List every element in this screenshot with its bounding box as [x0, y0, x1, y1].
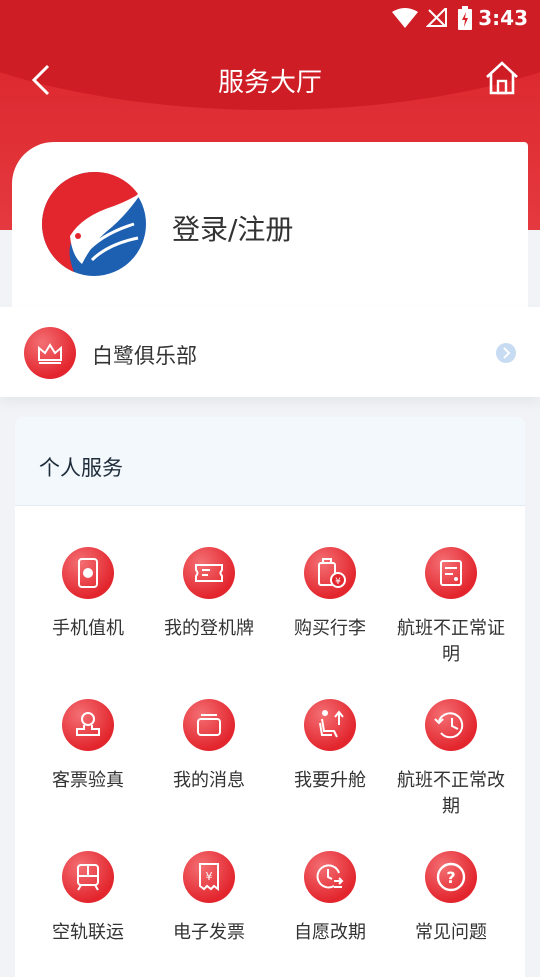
service-e-invoice[interactable]: ¥ 电子发票 — [147, 851, 271, 946]
service-label: 我的消息 — [173, 770, 245, 791]
club-row[interactable]: 白鹭俱乐部 — [0, 307, 540, 397]
battery-icon — [458, 6, 472, 30]
certificate-icon — [425, 547, 477, 599]
service-label: 电子发票 — [173, 922, 245, 943]
crown-icon — [24, 327, 76, 379]
reschedule-icon — [425, 699, 477, 751]
chevron-right-icon — [496, 343, 516, 363]
service-label: 航班不正常证明 — [397, 618, 505, 665]
service-my-messages[interactable]: 我的消息 — [147, 699, 271, 794]
train-icon — [62, 851, 114, 903]
service-label: 我的登机牌 — [164, 618, 254, 639]
service-faq[interactable]: ? 常见问题 — [389, 851, 513, 946]
services-title: 个人服务 — [39, 456, 123, 480]
service-boarding-pass[interactable]: 我的登机牌 — [147, 547, 271, 642]
club-label: 白鹭俱乐部 — [92, 344, 197, 368]
service-voluntary-change[interactable]: 自愿改期 — [268, 851, 392, 946]
page-title: 服务大厅 — [217, 68, 322, 98]
message-icon — [183, 699, 235, 751]
stamp-icon — [62, 699, 114, 751]
service-label: 客票验真 — [52, 770, 124, 791]
login-register-link[interactable]: 登录/注册 — [172, 208, 293, 248]
nav-bar: 服务大厅 — [0, 40, 540, 120]
question-icon: ? — [425, 851, 477, 903]
service-label: 航班不正常改期 — [397, 770, 505, 817]
service-seat-upgrade[interactable]: 我要升舱 — [268, 699, 392, 794]
services-header: 个人服务 — [15, 417, 525, 506]
service-irregular-flight-certificate[interactable]: 航班不正常证明 — [389, 547, 513, 668]
svg-text:?: ? — [446, 868, 455, 887]
service-phone-checkin[interactable]: 手机值机 — [26, 547, 150, 642]
service-label: 我要升舱 — [294, 770, 366, 791]
phone-checkin-icon — [62, 547, 114, 599]
service-irregular-flight-reschedule[interactable]: 航班不正常改期 — [389, 699, 513, 820]
svg-text:¥: ¥ — [335, 577, 341, 587]
service-label: 自愿改期 — [294, 922, 366, 943]
luggage-icon: ¥ — [304, 547, 356, 599]
voluntary-change-icon — [304, 851, 356, 903]
boarding-pass-icon — [183, 547, 235, 599]
service-ticket-verify[interactable]: 客票验真 — [26, 699, 150, 794]
service-buy-luggage[interactable]: ¥ 购买行李 — [268, 547, 392, 642]
service-label: 购买行李 — [294, 618, 366, 639]
svg-text:¥: ¥ — [206, 870, 213, 883]
service-label: 空轨联运 — [52, 922, 124, 943]
profile-card: 登录/注册 — [12, 142, 528, 312]
service-label: 手机值机 — [52, 618, 124, 639]
seat-upgrade-icon — [304, 699, 356, 751]
service-air-rail[interactable]: 空轨联运 — [26, 851, 150, 946]
personal-services-panel: 个人服务 手机值机 我的登机牌 ¥ 购买行李 航班不正常证明 客票验真 我的消息… — [15, 417, 525, 977]
no-signal-icon — [426, 8, 447, 27]
status-bar: 3:43 — [0, 0, 540, 36]
service-label: 常见问题 — [415, 922, 487, 943]
airline-logo — [42, 172, 146, 276]
wifi-icon — [392, 8, 418, 28]
status-time: 3:43 — [478, 6, 528, 30]
invoice-icon: ¥ — [183, 851, 235, 903]
home-button[interactable] — [484, 60, 520, 96]
